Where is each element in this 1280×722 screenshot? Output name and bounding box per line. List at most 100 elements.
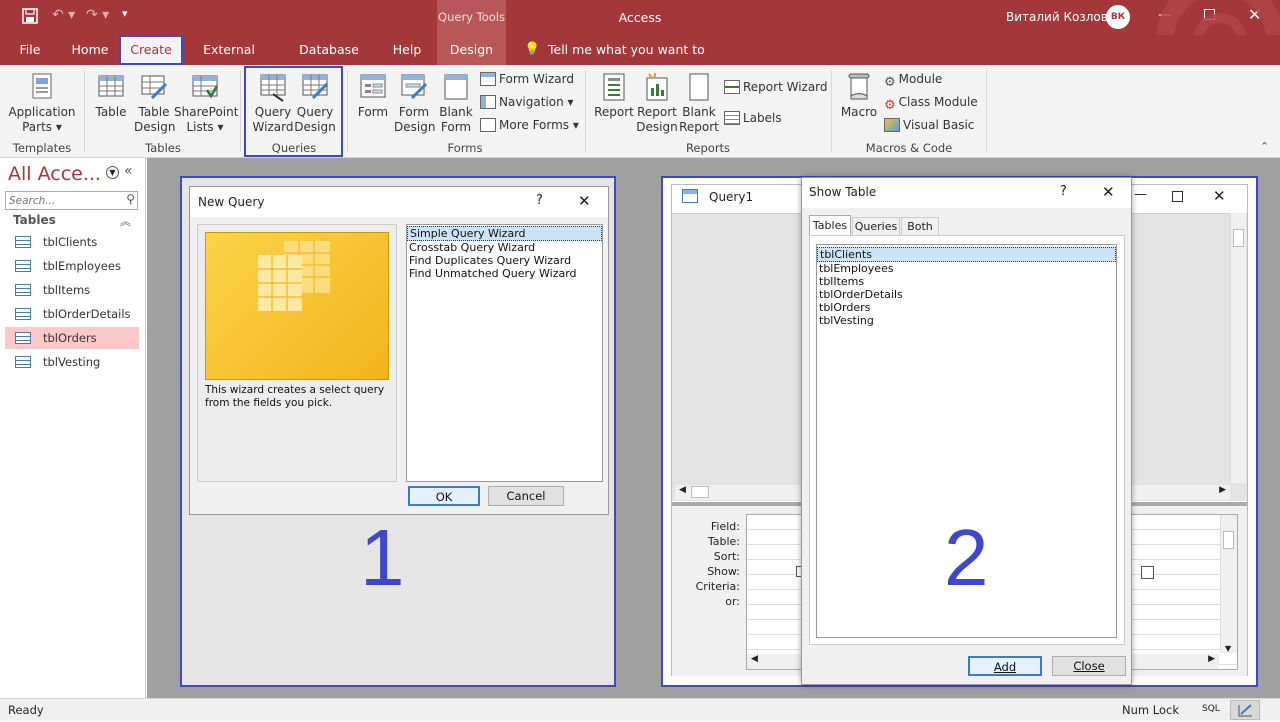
close-button[interactable]: Close [1052, 656, 1126, 676]
form-design-label-2: Design [394, 120, 436, 134]
query-type-list[interactable]: Simple Query Wizard Crosstab Query Wizar… [406, 224, 603, 482]
navigation-button[interactable]: Navigation ▾ [480, 93, 574, 111]
tab-both[interactable]: Both [901, 217, 939, 236]
sharepoint-label: SharePoint [174, 105, 239, 119]
more-forms-button[interactable]: More Forms ▾ [480, 116, 579, 134]
application-parts-label: Application [8, 105, 76, 119]
help-icon[interactable]: ? [1060, 184, 1067, 199]
help-icon[interactable]: ? [536, 193, 543, 208]
undo-icon[interactable]: ↶ ▾ [52, 7, 75, 23]
form-design-icon [401, 74, 428, 100]
grid-vertical-scrollbar[interactable]: ▼ [1220, 515, 1237, 653]
report-icon [603, 73, 625, 101]
close-icon[interactable]: ✕ [1213, 187, 1226, 205]
shutter-bar-icon[interactable]: « [124, 163, 133, 179]
tab-database-tools[interactable]: Database Tools [282, 35, 376, 87]
show-table-dialog: Show Table ? ✕ Tables Queries Both tblCl… [801, 177, 1132, 685]
tab-external-data[interactable]: External Data [188, 35, 270, 87]
design-view-button[interactable] [1230, 700, 1260, 720]
nav-section-tables[interactable]: Tables [13, 213, 56, 227]
tab-design[interactable]: Design [437, 35, 506, 65]
nav-search-box[interactable]: ⚲ [5, 191, 138, 210]
tab-file[interactable]: File [12, 35, 48, 65]
table-design-icon [141, 75, 168, 100]
cancel-button[interactable]: Cancel [488, 486, 564, 506]
list-item[interactable]: Simple Query Wizard [407, 226, 602, 241]
tell-me-search[interactable]: Tell me what you want to do [548, 35, 708, 87]
nav-item[interactable]: tblClients [5, 231, 139, 253]
close-icon[interactable]: ✕ [578, 192, 591, 210]
list-item[interactable]: tblVesting [817, 314, 1116, 327]
show-checkbox[interactable] [1141, 566, 1154, 579]
report-wizard-button[interactable]: Report Wizard [724, 78, 828, 96]
report-design-label-2: Design [636, 120, 678, 134]
add-button[interactable]: Add [968, 656, 1042, 676]
new-query-dialog: New Query ? ✕ This wizard creates a sele… [189, 186, 609, 515]
nav-item-selected[interactable]: tblOrders [5, 327, 139, 349]
nav-item-label: tblEmployees [43, 259, 121, 273]
list-item[interactable]: Crosstab Query Wizard [407, 241, 602, 254]
tab-tables[interactable]: Tables [809, 215, 851, 236]
sharepoint-lists-button[interactable]: SharePoint Lists ▾ [174, 72, 239, 135]
grid-labels: Field: Table: Sort: Show: Criteria: or: [692, 519, 740, 609]
collapse-section-icon[interactable]: ︽ [120, 213, 131, 229]
application-parts-button[interactable]: Application Parts ▾ [6, 72, 78, 135]
nav-item[interactable]: tblVesting [5, 351, 139, 373]
visual-basic-button[interactable]: Visual Basic [884, 116, 974, 134]
form-wizard-button[interactable]: Form Wizard [480, 70, 574, 88]
module-button[interactable]: ⚙ Module [884, 70, 943, 90]
query-icon [682, 189, 698, 203]
tab-home[interactable]: Home [66, 35, 114, 65]
report-design-button[interactable]: Report Design [636, 72, 678, 135]
nav-item[interactable]: tblOrderDetails [5, 303, 139, 325]
list-item[interactable]: tblOrderDetails [817, 288, 1116, 301]
redo-icon[interactable]: ↷ ▾ [86, 7, 109, 23]
blank-form-button[interactable]: Blank Form [436, 72, 476, 135]
save-icon[interactable] [22, 8, 38, 28]
nav-pane-title[interactable]: All Acce... [8, 163, 101, 185]
form-design-button[interactable]: Form Design [394, 72, 436, 135]
vertical-scrollbar[interactable] [1230, 213, 1246, 483]
close-icon[interactable]: ✕ [1102, 183, 1115, 201]
sql-view-button[interactable]: SQL [1202, 704, 1220, 714]
grid-label-criteria: Criteria: [695, 580, 740, 593]
minimize-icon[interactable]: — [1134, 187, 1147, 202]
blank-form-label-2: Form [440, 120, 472, 134]
maximize-icon[interactable] [1172, 191, 1183, 202]
tab-help[interactable]: Help [388, 35, 426, 65]
list-item[interactable]: tblClients [817, 247, 1116, 262]
tab-create[interactable]: Create [119, 35, 183, 65]
blank-report-button[interactable]: Blank Report [678, 72, 720, 135]
table-button[interactable]: Table [92, 72, 130, 120]
group-templates: Templates [12, 141, 72, 155]
collapse-ribbon-icon[interactable]: ⌃ [1260, 140, 1269, 153]
search-icon[interactable]: ⚲ [126, 192, 135, 206]
wizard-preview: This wizard creates a select query from … [197, 224, 397, 482]
application-parts-label-2: Parts ▾ [22, 120, 62, 134]
report-button[interactable]: Report [594, 72, 634, 120]
nav-menu-icon[interactable]: ▼ [106, 166, 119, 179]
form-wizard-label: Form Wizard [499, 72, 574, 86]
wizard-description: This wizard creates a select query from … [205, 384, 385, 409]
customize-toolbar-icon[interactable]: ▾ [122, 7, 128, 20]
num-lock-indicator: Num Lock [1122, 703, 1179, 717]
labels-label: Labels [743, 111, 782, 125]
nav-item[interactable]: tblEmployees [5, 255, 139, 277]
list-item[interactable]: Find Unmatched Query Wizard [407, 267, 602, 280]
labels-icon [724, 111, 740, 125]
macro-button[interactable]: Macro [838, 72, 880, 120]
form-button[interactable]: Form [354, 72, 392, 120]
nav-item[interactable]: tblItems [5, 279, 139, 301]
list-item[interactable]: tblOrders [817, 301, 1116, 314]
module-label: Module [898, 72, 943, 86]
tab-queries[interactable]: Queries [852, 217, 900, 236]
class-module-button[interactable]: ⚙ Class Module [884, 93, 978, 113]
list-item[interactable]: tblItems [817, 275, 1116, 288]
list-item[interactable]: Find Duplicates Query Wizard [407, 254, 602, 267]
table-design-button[interactable]: Table Design [134, 72, 175, 135]
nav-search-input[interactable] [6, 192, 114, 209]
application-parts-icon [32, 73, 52, 99]
labels-button[interactable]: Labels [724, 109, 782, 127]
ok-button[interactable]: OK [408, 486, 480, 506]
list-item[interactable]: tblEmployees [817, 262, 1116, 275]
